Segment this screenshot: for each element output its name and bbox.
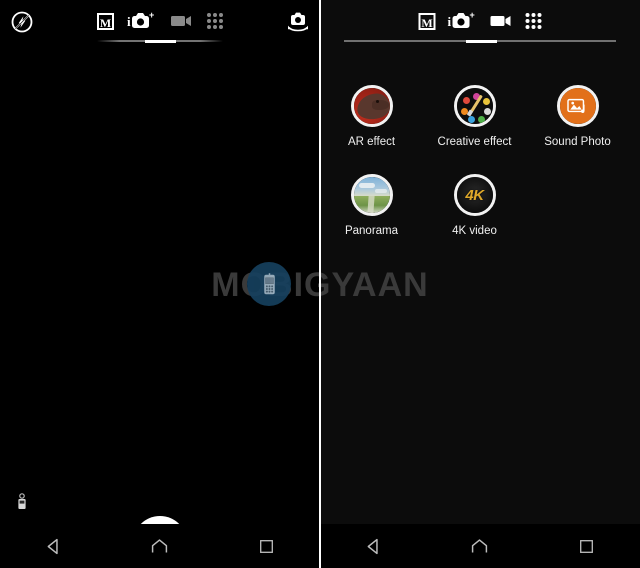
tab-video[interactable] (490, 9, 514, 33)
back-triangle-icon (47, 538, 58, 554)
tab-manual-label: M (97, 12, 114, 30)
right-mode-tabs[interactable]: M i + (418, 9, 542, 33)
mode-label: Creative effect (437, 136, 512, 148)
left-navigation-bar (0, 524, 320, 568)
right-top-bar: M i + (320, 0, 640, 44)
camera-mode-grid: AR effect Creative effect Sound Photo Pa… (320, 85, 640, 263)
flash-off-icon[interactable] (9, 9, 35, 35)
recents-button[interactable] (241, 524, 293, 568)
camera-switch-icon[interactable] (285, 10, 311, 34)
left-screen-camera-viewfinder: M i + (0, 0, 320, 568)
mode-item-panorama[interactable]: Panorama (320, 174, 423, 237)
home-icon (472, 538, 488, 553)
tab-apps[interactable] (525, 9, 542, 33)
sound-photo-icon (556, 85, 599, 127)
back-triangle-icon (367, 538, 378, 554)
tab-manual[interactable]: M (418, 9, 436, 33)
panorama-icon (350, 174, 393, 216)
4k-badge-text: 4K (465, 186, 484, 204)
home-button[interactable] (134, 524, 186, 568)
creative-effect-palette-icon (453, 85, 496, 127)
left-top-bar: M i + (0, 0, 320, 44)
recents-button[interactable] (561, 524, 613, 568)
left-mode-tabs[interactable]: M i + (97, 9, 223, 33)
4k-video-icon: 4K (453, 174, 496, 216)
apps-grid-icon (525, 13, 542, 29)
svg-text:+: + (149, 10, 154, 20)
mode-item-ar-effect[interactable]: AR effect (320, 85, 423, 148)
tab-apps[interactable] (207, 9, 223, 33)
square-icon (260, 539, 274, 553)
ar-effect-icon (350, 85, 393, 127)
dual-screenshot: M i + M i + AR effect Creative effect So… (0, 0, 640, 568)
viewfinder-preview[interactable] (0, 44, 320, 568)
mode-label: AR effect (347, 136, 396, 148)
tab-video[interactable] (170, 9, 194, 33)
tab-superior-auto[interactable]: i + (127, 9, 157, 33)
right-screen-camera-apps: M i + AR effect Creative effect Sound Ph… (320, 0, 640, 568)
home-icon (152, 538, 168, 553)
right-tab-indicator (466, 40, 497, 43)
level-indicator-icon (15, 492, 29, 512)
back-button[interactable] (27, 524, 79, 568)
svg-text:i: i (448, 14, 452, 29)
mode-label: Panorama (344, 225, 399, 237)
tab-manual-label: M (418, 12, 436, 30)
mode-label: 4K video (452, 225, 497, 237)
right-navigation-bar (320, 524, 640, 568)
square-icon (580, 539, 594, 553)
apps-grid-icon (207, 13, 223, 29)
mode-item-creative-effect[interactable]: Creative effect (423, 85, 526, 148)
svg-text:+: + (470, 10, 475, 20)
panel-divider (319, 0, 321, 568)
left-tab-indicator (145, 40, 176, 43)
mode-label: Sound Photo (544, 136, 611, 148)
back-button[interactable] (347, 524, 399, 568)
home-button[interactable] (454, 524, 506, 568)
tab-superior-auto[interactable]: i + (448, 9, 478, 33)
svg-text:i: i (127, 14, 131, 29)
mode-item-4k-video[interactable]: 4K 4K video (423, 174, 526, 237)
mode-item-sound-photo[interactable]: Sound Photo (526, 85, 629, 148)
tab-manual[interactable]: M (97, 9, 114, 33)
